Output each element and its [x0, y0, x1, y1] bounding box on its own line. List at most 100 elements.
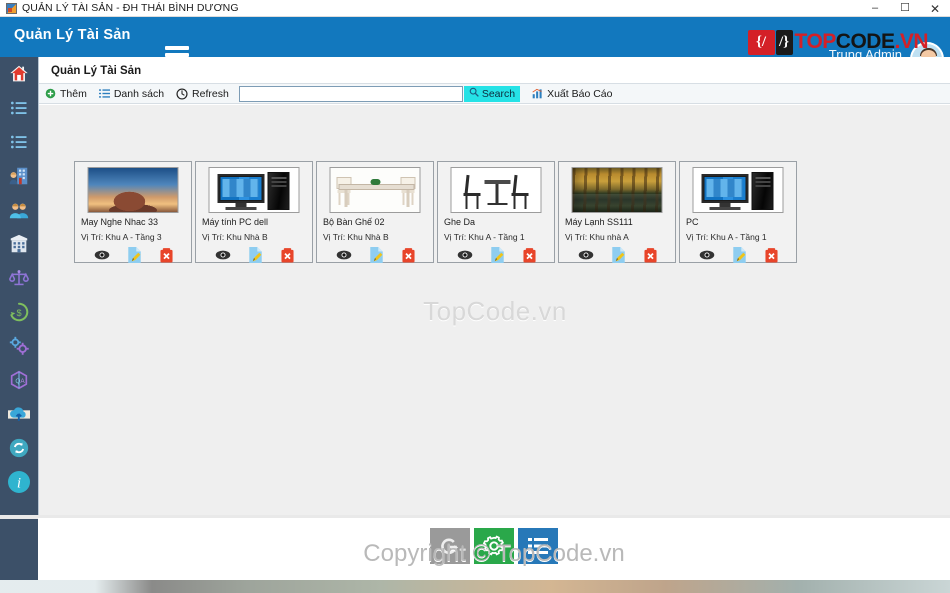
chart-report-icon [532, 88, 543, 99]
asset-card-area: TopCode.vn May Nghe Nhac 33 Vị Trí: Khu … [39, 105, 950, 518]
eye-icon[interactable] [215, 247, 231, 263]
logo-mark-right: /} [775, 29, 793, 55]
asset-card-actions [317, 246, 435, 264]
asset-card-actions [438, 246, 556, 264]
asset-name: May Nghe Nhac 33 [81, 217, 159, 227]
footer-button-settings[interactable] [474, 528, 514, 564]
list-button-label: Danh sách [113, 87, 165, 100]
asset-card-list: May Nghe Nhac 33 Vị Trí: Khu A - Tầng 3 … [74, 161, 797, 263]
list-icon [98, 88, 110, 99]
delete-trash-icon[interactable] [400, 247, 416, 263]
main-panel: Quản Lý Tài Sản Thêm Danh sách Refresh S [38, 57, 950, 518]
employee-building-icon [9, 167, 28, 185]
footer: Copyright © TopCode.vn [38, 518, 950, 580]
edit-document-icon[interactable] [731, 247, 747, 263]
app-header: Quản Lý Tài Sản Trung Admin {/ /} TOPCOD… [0, 17, 950, 76]
asset-card[interactable]: Bộ Bàn Ghế 02 Vị Trí: Khu Nhà B [316, 161, 434, 263]
asset-name: Ghe Da [444, 217, 476, 227]
asset-thumbnail [692, 167, 784, 213]
asset-card[interactable]: Ghe Da Vị Trí: Khu A - Tầng 1 [437, 161, 555, 263]
sidebar-item-settings[interactable] [0, 329, 38, 363]
delete-trash-icon[interactable] [158, 247, 174, 263]
asset-location: Vị Trí: Khu Nhà B [202, 232, 268, 242]
close-button[interactable]: ✕ [920, 0, 950, 17]
search-button[interactable]: Search [463, 85, 521, 102]
edit-document-icon[interactable] [247, 247, 263, 263]
asset-name: PC [686, 217, 699, 227]
maximize-button[interactable]: ☐ [890, 0, 920, 17]
info-icon: i [8, 471, 30, 493]
list-button[interactable]: Danh sách [93, 84, 170, 103]
asset-card[interactable]: May Nghe Nhac 33 Vị Trí: Khu A - Tầng 3 [74, 161, 192, 263]
sidebar-item-depreciation[interactable]: $ [0, 295, 38, 329]
add-button[interactable]: Thêm [39, 84, 93, 103]
asset-card[interactable]: Máy tính PC dell Vị Trí: Khu Nhà B [195, 161, 313, 263]
asset-name: Máy Lạnh SS111 [565, 217, 633, 227]
sidebar-item-home[interactable] [0, 57, 38, 91]
edit-document-icon[interactable] [126, 247, 142, 263]
refresh-button[interactable]: Refresh [170, 84, 235, 103]
scales-icon [9, 270, 29, 286]
asset-card-actions [75, 246, 193, 264]
recycle-dollar-icon: $ [10, 302, 29, 322]
eye-icon[interactable] [699, 247, 715, 263]
list-icon [11, 135, 27, 149]
search-button-label: Search [481, 87, 516, 100]
footer-button-google[interactable] [430, 528, 470, 564]
app-icon [6, 2, 17, 14]
desktop-background-strip [0, 580, 950, 593]
cube-icon: Q A [10, 370, 28, 390]
list-icon [11, 101, 27, 115]
edit-document-icon[interactable] [610, 247, 626, 263]
home-icon [10, 65, 28, 82]
left-sidebar: $ Q A i [0, 57, 38, 515]
asset-name: Máy tính PC dell [202, 217, 269, 227]
asset-card[interactable]: PC Vị Trí: Khu A - Tầng 1 [679, 161, 797, 263]
asset-card-actions [680, 246, 798, 264]
footer-button-list[interactable] [518, 528, 558, 564]
eye-icon[interactable] [94, 247, 110, 263]
export-report-button[interactable]: Xuất Báo Cáo [526, 84, 618, 103]
edit-document-icon[interactable] [368, 247, 384, 263]
sidebar-item-list-1[interactable] [0, 91, 38, 125]
asset-location: Vị Trí: Khu A - Tầng 1 [444, 232, 525, 242]
minimize-button[interactable]: – [860, 0, 890, 17]
asset-thumbnail [571, 167, 663, 213]
eye-icon[interactable] [336, 247, 352, 263]
asset-location: Vị Trí: Khu Nhà B [323, 232, 389, 242]
eye-icon[interactable] [457, 247, 473, 263]
sidebar-item-inventory[interactable]: Q A [0, 363, 38, 397]
list-icon [528, 538, 548, 554]
asset-location: Vị Trí: Khu nhà A [565, 232, 629, 242]
magnifier-icon [469, 87, 479, 100]
asset-name: Bộ Bàn Ghế 02 [323, 217, 385, 227]
delete-trash-icon[interactable] [642, 247, 658, 263]
footer-button-group [38, 528, 950, 564]
sidebar-item-list-2[interactable] [0, 125, 38, 159]
g-refresh-icon [441, 538, 459, 555]
search-input[interactable] [238, 85, 463, 102]
users-icon [9, 203, 29, 219]
refresh-circle-icon [9, 438, 29, 458]
app-brand: Quản Lý Tài Sản [14, 27, 131, 43]
edit-document-icon[interactable] [489, 247, 505, 263]
sidebar-item-upload[interactable] [0, 397, 38, 431]
sidebar-item-department[interactable] [0, 227, 38, 261]
sidebar-item-liquidation[interactable] [0, 261, 38, 295]
asset-card[interactable]: Máy Lạnh SS111 Vị Trí: Khu nhà A [558, 161, 676, 263]
svg-text:A: A [20, 378, 25, 385]
sidebar-item-refresh[interactable] [0, 431, 38, 465]
refresh-button-label: Refresh [192, 87, 229, 100]
delete-trash-icon[interactable] [279, 247, 295, 263]
sidebar-item-users[interactable] [0, 193, 38, 227]
delete-trash-icon[interactable] [763, 247, 779, 263]
plus-circle-icon [45, 88, 56, 99]
sidebar-item-employees[interactable] [0, 159, 38, 193]
gear-icon [482, 535, 505, 556]
sidebar-item-info[interactable]: i [0, 465, 38, 499]
add-button-label: Thêm [60, 87, 87, 100]
eye-icon[interactable] [578, 247, 594, 263]
delete-trash-icon[interactable] [521, 247, 537, 263]
page-title: Quản Lý Tài Sản [51, 65, 142, 77]
window-controls: – ☐ ✕ [860, 0, 950, 17]
